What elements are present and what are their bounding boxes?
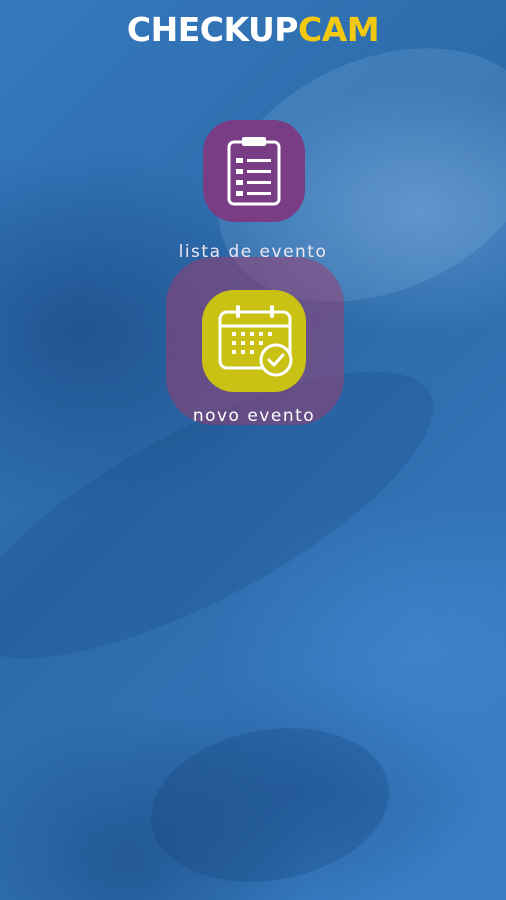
novo-evento-tile[interactable] [202, 290, 306, 392]
background-shape [138, 710, 402, 900]
logo-text-checkup: CHECKUP [126, 10, 299, 49]
lista-de-evento-tile[interactable] [203, 120, 305, 222]
clipboard-list-icon [227, 137, 281, 206]
app-logo: CHECKUPCAM [0, 12, 506, 48]
calendar-check-icon [218, 305, 293, 377]
logo-text-cam: CAM [297, 10, 380, 49]
novo-evento-label: novo evento [192, 406, 316, 426]
